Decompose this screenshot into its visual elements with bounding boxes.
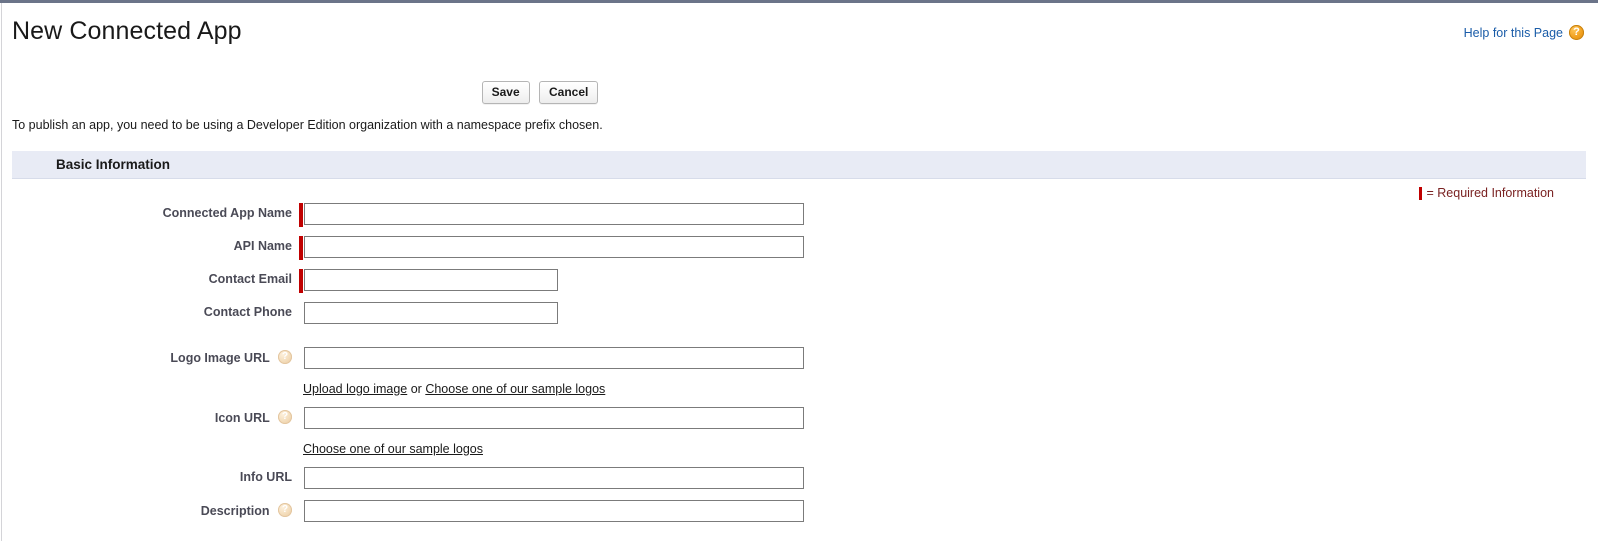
- form-row-icon-url: Icon URL: [0, 407, 1598, 440]
- page-title: New Connected App: [12, 17, 242, 45]
- section-header-basic-information: Basic Information: [12, 151, 1586, 179]
- contact-email-input[interactable]: [304, 269, 558, 291]
- choose-sample-logos-link-icon[interactable]: Choose one of our sample logos: [303, 442, 483, 456]
- label-text: Contact Phone: [203, 305, 292, 319]
- connected-app-name-input[interactable]: [304, 203, 804, 225]
- upload-logo-image-link[interactable]: Upload logo image: [303, 382, 407, 396]
- help-for-this-page[interactable]: Help for this Page: [1464, 24, 1584, 40]
- label-text: Logo Image URL: [170, 351, 270, 365]
- label-icon-url: Icon URL: [214, 409, 292, 425]
- form-row-contact-phone: Contact Phone: [0, 302, 1598, 335]
- form-row-icon-links: Choose one of our sample logos: [0, 440, 1598, 467]
- publish-requirement-note: To publish an app, you need to be using …: [12, 118, 603, 132]
- label-text: Description: [200, 504, 270, 518]
- page-body: New Connected App Help for this Page Sav…: [0, 3, 1598, 541]
- choose-sample-logos-link-logo[interactable]: Choose one of our sample logos: [425, 382, 605, 396]
- icon-helper-links: Choose one of our sample logos: [303, 442, 483, 456]
- logo-helper-links: Upload logo image or Choose one of our s…: [303, 382, 605, 396]
- required-marker-contact-email: [299, 269, 303, 293]
- required-information-legend: = Required Information: [1419, 186, 1554, 200]
- label-text: Contact Email: [208, 272, 292, 286]
- page-header: New Connected App Help for this Page: [0, 3, 1598, 65]
- required-marker-api-name: [299, 236, 303, 260]
- required-marker-icon: [1419, 186, 1423, 200]
- help-for-this-page-link[interactable]: Help for this Page: [1464, 26, 1563, 40]
- form-row-info-url: Info URL: [0, 467, 1598, 500]
- form-row-connected-app-name: Connected App Name: [0, 203, 1598, 236]
- question-mark-circle-icon[interactable]: [1569, 24, 1584, 40]
- label-info-url: Info URL: [240, 470, 292, 484]
- api-name-input[interactable]: [304, 236, 804, 258]
- label-logo-image-url: Logo Image URL: [170, 349, 292, 365]
- required-legend-text: = Required Information: [1426, 186, 1554, 200]
- form-action-bar: Save Cancel: [0, 81, 1080, 104]
- label-contact-phone: Contact Phone: [204, 305, 292, 319]
- label-description: Description: [200, 502, 292, 518]
- form-row-contact-email: Contact Email: [0, 269, 1598, 302]
- help-icon-description[interactable]: [278, 502, 292, 517]
- icon-url-input[interactable]: [304, 407, 804, 429]
- form-row-logo-links: Upload logo image or Choose one of our s…: [0, 380, 1598, 407]
- label-api-name: API Name: [234, 239, 292, 253]
- label-connected-app-name: Connected App Name: [163, 206, 292, 220]
- basic-information-form: Connected App Name API Name Contact Emai…: [0, 203, 1598, 533]
- cancel-button[interactable]: Cancel: [539, 81, 599, 104]
- label-text: API Name: [233, 239, 292, 253]
- form-row-logo-image-url: Logo Image URL: [0, 347, 1598, 380]
- help-icon-logo-image-url[interactable]: [278, 349, 292, 364]
- form-spacer: [0, 335, 1598, 347]
- label-text: Info URL: [239, 470, 292, 484]
- logo-image-url-input[interactable]: [304, 347, 804, 369]
- contact-phone-input[interactable]: [304, 302, 558, 324]
- label-contact-email: Contact Email: [209, 272, 292, 286]
- label-text: Icon URL: [214, 411, 270, 425]
- description-input[interactable]: [304, 500, 804, 522]
- form-row-description: Description: [0, 500, 1598, 533]
- help-icon-icon-url[interactable]: [278, 409, 292, 424]
- info-url-input[interactable]: [304, 467, 804, 489]
- section-title: Basic Information: [56, 157, 171, 172]
- label-text: Connected App Name: [162, 206, 292, 220]
- logo-links-conjunction: or: [407, 382, 426, 396]
- form-row-api-name: API Name: [0, 236, 1598, 269]
- required-marker-connected-app-name: [299, 203, 303, 227]
- save-button[interactable]: Save: [481, 81, 530, 104]
